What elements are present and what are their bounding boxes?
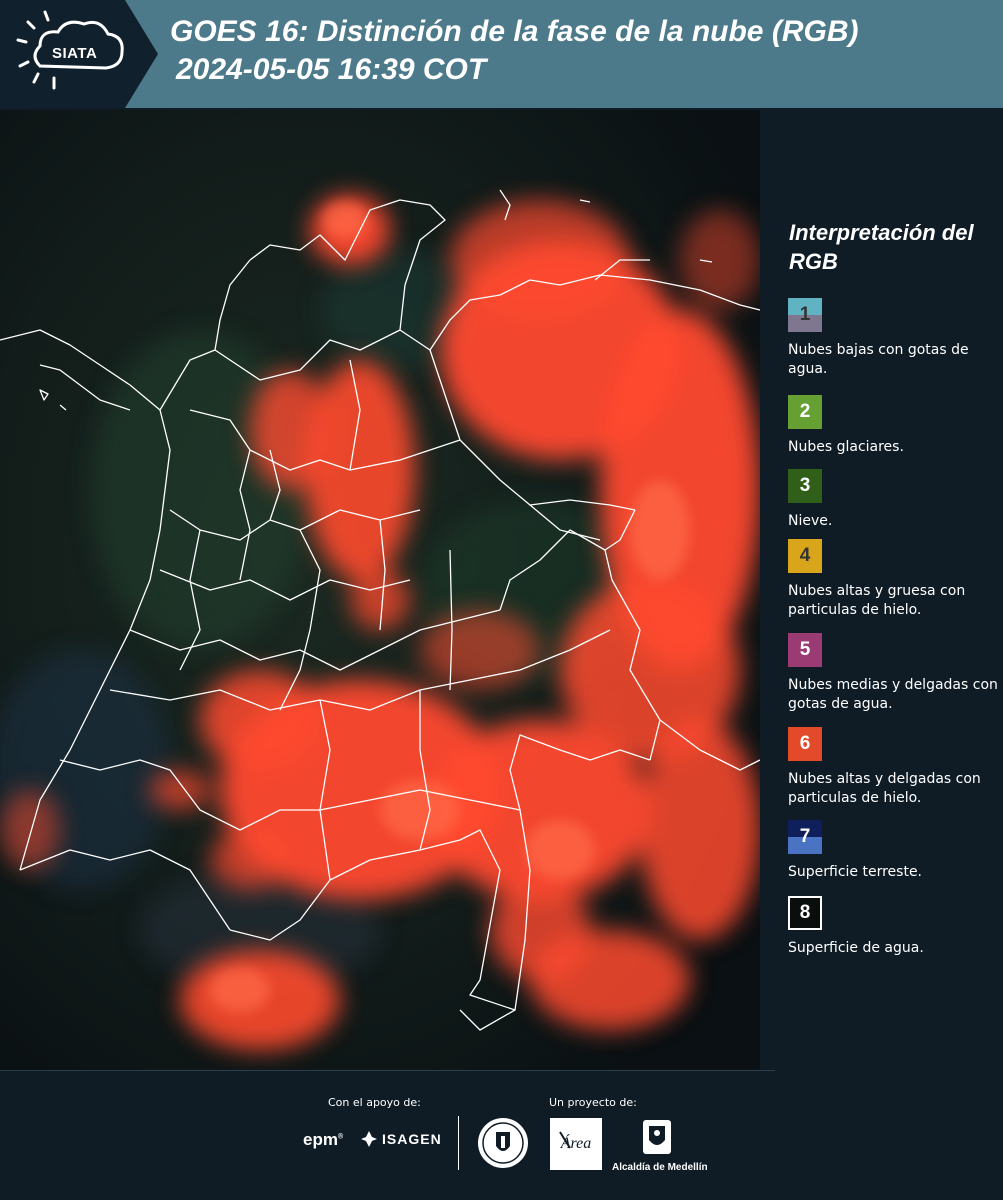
legend-item-4: 4 Nubes altas y gruesa con particulas de…: [788, 539, 1000, 620]
legend-title: Interpretación del RGB: [789, 220, 974, 274]
project-label: Un proyecto de:: [549, 1096, 637, 1109]
footer-divider: [0, 1070, 775, 1071]
isagen-logo: ISAGEN: [360, 1130, 442, 1148]
legend-swatch-3: 3: [788, 469, 822, 503]
siata-logo-text: SIATA: [52, 45, 98, 62]
legend-label-7: Superficie terreste.: [788, 864, 923, 880]
isagen-icon: [361, 1131, 377, 1147]
legend-item-5: 5 Nubes medias y delgadas con gotas de a…: [788, 633, 1000, 714]
seal-icon: [478, 1118, 528, 1168]
legend-swatch-7: 7: [788, 820, 822, 854]
legend-swatch-1: 1: [788, 298, 822, 332]
support-label: Con el apoyo de:: [328, 1096, 421, 1109]
isagen-logo-text: ISAGEN: [382, 1131, 442, 1147]
legend-item-3: 3 Nieve.: [788, 469, 1000, 531]
legend-item-1: 1 Nubes bajas con gotas de agua.: [788, 298, 1000, 379]
legend-swatch-5: 5: [788, 633, 822, 667]
siata-logo: SIATA: [0, 0, 160, 108]
area-metropolitana-logo: Área: [550, 1118, 602, 1174]
legend-label-3: Nieve.: [788, 513, 833, 529]
header-bar: SIATA GOES 16: Distinción de la fase de …: [0, 0, 1003, 108]
area-logo-image: Área: [550, 1118, 602, 1170]
alcaldia-text: Alcaldía de Medellín: [612, 1162, 708, 1173]
alcaldia-logo: Alcaldía de Medellín: [612, 1118, 708, 1173]
legend-label-6: Nubes altas y delgadas con particulas de…: [788, 771, 981, 806]
svg-text:Área: Área: [560, 1133, 592, 1152]
legend-item-2: 2 Nubes glaciares.: [788, 395, 1000, 457]
legend-label-2: Nubes glaciares.: [788, 439, 904, 455]
alcaldia-shield-icon: [643, 1120, 671, 1154]
legend-swatch-8: 8: [788, 896, 822, 930]
legend-panel: Interpretación del RGB 1 Nubes bajas con…: [760, 110, 1003, 1070]
footer: Con el apoyo de: Un proyecto de: epm® IS…: [0, 1070, 1003, 1200]
satellite-map[interactable]: [0, 110, 760, 1070]
legend-label-8: Superficie de agua.: [788, 940, 924, 956]
satellite-image: [0, 110, 760, 1070]
legend-label-4: Nubes altas y gruesa con particulas de h…: [788, 583, 966, 618]
legend-swatch-6: 6: [788, 727, 822, 761]
legend-swatch-4: 4: [788, 539, 822, 573]
page-title: GOES 16: Distinción de la fase de la nub…: [170, 15, 859, 48]
legend-item-7: 7 Superficie terreste.: [788, 820, 1000, 882]
epm-logo-text: epm: [303, 1130, 338, 1149]
epm-logo: epm®: [303, 1130, 344, 1149]
timestamp: 2024-05-05 16:39 COT: [176, 53, 487, 86]
legend-label-1: Nubes bajas con gotas de agua.: [788, 342, 969, 377]
seal-logo: [476, 1116, 530, 1174]
legend-label-5: Nubes medias y delgadas con gotas de agu…: [788, 677, 998, 712]
legend-swatch-2: 2: [788, 395, 822, 429]
legend-item-8: 8 Superficie de agua.: [788, 896, 1000, 958]
footer-separator: [458, 1116, 459, 1170]
legend-item-6: 6 Nubes altas y delgadas con particulas …: [788, 727, 1000, 808]
